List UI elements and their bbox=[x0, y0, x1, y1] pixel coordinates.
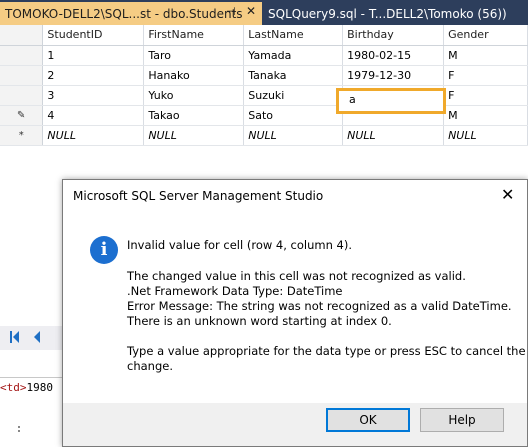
table-row: 3 Yuko Suzuki 1979-07-07 F bbox=[0, 85, 528, 106]
code-tag: <td> bbox=[0, 381, 27, 394]
cell-firstname[interactable]: Takao bbox=[143, 105, 245, 126]
dialog-titlebar: Microsoft SQL Server Management Studio ✕ bbox=[63, 180, 527, 213]
cell-gender[interactable]: NULL bbox=[443, 125, 528, 146]
error-line: There is an unknown word starting at ind… bbox=[127, 314, 392, 328]
previous-record-icon[interactable] bbox=[34, 331, 40, 343]
ok-button[interactable]: OK bbox=[326, 408, 410, 432]
cell-firstname[interactable]: Hanako bbox=[143, 65, 245, 86]
cell-lastname[interactable]: Yamada bbox=[243, 45, 344, 66]
table-row-editing: ✎ 4 Takao Sato M bbox=[0, 105, 528, 126]
column-header-studentid[interactable]: StudentID bbox=[42, 25, 145, 46]
error-heading: Invalid value for cell (row 4, column 4)… bbox=[127, 238, 352, 252]
code-marker bbox=[18, 426, 24, 432]
cell-birthday[interactable]: 1980-02-15 bbox=[342, 45, 445, 66]
table-row: 2 Hanako Tanaka 1979-12-30 F bbox=[0, 65, 528, 86]
students-grid: StudentID FirstName LastName Birthday Ge… bbox=[0, 25, 528, 146]
document-tab-strip: TOMOKO-DELL2\SQL...st - dbo.Students ⊣ ✕… bbox=[0, 0, 528, 25]
cell-lastname[interactable]: NULL bbox=[243, 125, 344, 146]
cell-studentid[interactable]: 2 bbox=[42, 65, 145, 86]
cell-gender[interactable]: M bbox=[443, 105, 528, 126]
cell-birthday[interactable]: NULL bbox=[342, 125, 445, 146]
error-dialog: Microsoft SQL Server Management Studio ✕… bbox=[62, 179, 528, 447]
cell-gender[interactable]: F bbox=[443, 65, 528, 86]
cell-firstname[interactable]: NULL bbox=[143, 125, 245, 146]
code-line: <td>1980 bbox=[0, 381, 53, 394]
cell-gender[interactable]: F bbox=[443, 85, 528, 106]
dialog-close-icon[interactable]: ✕ bbox=[501, 185, 514, 204]
tab-sqlquery9-label: SQLQuery9.sql - T...DELL2\Tomoko (56)) bbox=[268, 6, 507, 21]
cell-birthday[interactable]: 1979-12-30 bbox=[342, 65, 445, 86]
close-icon[interactable]: ✕ bbox=[246, 4, 256, 18]
table-row: 1 Taro Yamada 1980-02-15 M bbox=[0, 45, 528, 66]
row-selector[interactable] bbox=[0, 85, 44, 106]
help-button[interactable]: Help bbox=[420, 408, 504, 432]
cell-studentid[interactable]: 3 bbox=[42, 85, 145, 106]
error-line: .Net Framework Data Type: DateTime bbox=[127, 284, 343, 298]
tab-sqlquery9[interactable]: SQLQuery9.sql - T...DELL2\Tomoko (56)) bbox=[265, 2, 507, 25]
cell-gender[interactable]: M bbox=[443, 45, 528, 66]
tab-students-table-label: TOMOKO-DELL2\SQL...st - dbo.Students bbox=[5, 6, 243, 21]
dialog-title: Microsoft SQL Server Management Studio bbox=[73, 189, 324, 203]
info-icon: i bbox=[90, 236, 118, 264]
row-selector[interactable] bbox=[0, 45, 44, 66]
code-text: 1980 bbox=[26, 381, 54, 394]
error-line: Error Message: The string was not recogn… bbox=[127, 299, 512, 313]
dialog-content: i Invalid value for cell (row 4, column … bbox=[63, 213, 527, 403]
tab-students-table[interactable]: TOMOKO-DELL2\SQL...st - dbo.Students ⊣ ✕ bbox=[0, 2, 262, 25]
first-record-icon[interactable] bbox=[10, 331, 19, 343]
instruction-line: Type a value appropriate for the data ty… bbox=[127, 344, 526, 358]
row-selector[interactable] bbox=[0, 65, 44, 86]
grid-corner[interactable] bbox=[0, 25, 44, 46]
cell-lastname[interactable]: Sato bbox=[243, 105, 344, 126]
cell-studentid[interactable]: NULL bbox=[42, 125, 145, 146]
column-header-birthday[interactable]: Birthday bbox=[342, 25, 445, 46]
cell-studentid[interactable]: 1 bbox=[42, 45, 145, 66]
cell-lastname[interactable]: Suzuki bbox=[243, 85, 344, 106]
cell-firstname[interactable]: Taro bbox=[143, 45, 245, 66]
column-header-gender[interactable]: Gender bbox=[443, 25, 528, 46]
instruction-line: change. bbox=[127, 359, 173, 373]
asterisk-icon[interactable]: * bbox=[0, 125, 44, 146]
cell-firstname[interactable]: Yuko bbox=[143, 85, 245, 106]
cell-lastname[interactable]: Tanaka bbox=[243, 65, 344, 86]
pin-icon[interactable]: ⊣ bbox=[226, 5, 236, 18]
pencil-icon[interactable]: ✎ bbox=[0, 105, 44, 126]
new-row: * NULL NULL NULL NULL NULL bbox=[0, 125, 528, 146]
column-header-lastname[interactable]: LastName bbox=[243, 25, 344, 46]
cell-studentid[interactable]: 4 bbox=[42, 105, 145, 126]
column-header-firstname[interactable]: FirstName bbox=[143, 25, 245, 46]
birthday-edit-input[interactable]: a bbox=[336, 88, 446, 114]
error-line: The changed value in this cell was not r… bbox=[127, 269, 466, 283]
